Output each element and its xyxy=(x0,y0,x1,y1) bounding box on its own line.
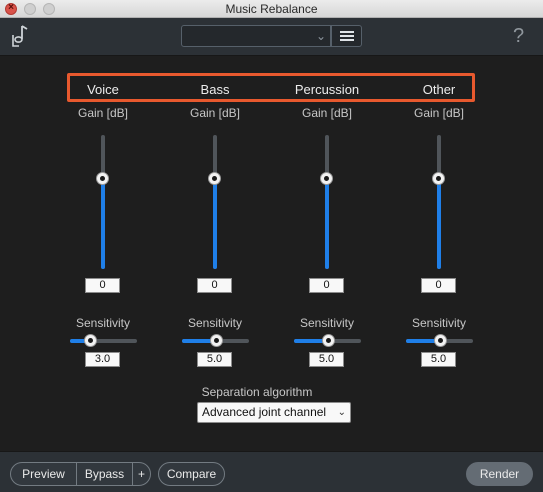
preview-button[interactable]: Preview xyxy=(10,462,77,486)
gain-value-field[interactable]: 0 xyxy=(421,278,456,293)
add-bypass-button[interactable]: + xyxy=(132,462,151,486)
bypass-button[interactable]: Bypass xyxy=(76,462,133,486)
render-button[interactable]: Render xyxy=(466,462,533,486)
sensitivity-slider-handle[interactable] xyxy=(434,334,447,347)
footer-bar: Preview Bypass + Compare Render xyxy=(0,451,543,492)
gain-slider-handle[interactable] xyxy=(96,172,109,185)
gain-value-field[interactable]: 0 xyxy=(85,278,120,293)
sensitivity-label: Sensitivity xyxy=(299,316,355,330)
chevron-down-icon: ⌄ xyxy=(337,407,346,418)
gain-slider-handle[interactable] xyxy=(208,172,221,185)
gain-slider-bass[interactable] xyxy=(213,135,217,269)
title-bar: × Music Rebalance xyxy=(0,0,543,18)
sensitivity-slider-handle[interactable] xyxy=(210,334,223,347)
gain-slider-voice[interactable] xyxy=(101,135,105,269)
preset-menu-button[interactable] xyxy=(331,25,362,47)
gain-label: Gain [dB] xyxy=(189,106,241,120)
sensitivity-value-field[interactable]: 5.0 xyxy=(421,352,456,367)
gain-label: Gain [dB] xyxy=(301,106,353,120)
help-button[interactable]: ? xyxy=(513,25,524,48)
sensitivity-slider-handle[interactable] xyxy=(322,334,335,347)
module-panel: Voice Gain [dB] 0 Sensitivity 3.0 Bass G… xyxy=(0,57,543,451)
separation-algorithm-label: Separation algorithm xyxy=(201,385,313,399)
chevron-down-icon: ⌄ xyxy=(315,29,326,43)
preset-dropdown[interactable]: ⌄ xyxy=(181,25,331,47)
gain-value-field[interactable]: 0 xyxy=(197,278,232,293)
gain-value-field[interactable]: 0 xyxy=(309,278,344,293)
gain-slider-handle[interactable] xyxy=(432,172,445,185)
toolbar: ⌄ ? xyxy=(0,18,543,56)
category-label-bass: Bass xyxy=(200,82,230,97)
gain-slider-handle[interactable] xyxy=(320,172,333,185)
sensitivity-value-field[interactable]: 5.0 xyxy=(309,352,344,367)
sensitivity-value-field[interactable]: 5.0 xyxy=(197,352,232,367)
gain-slider-percussion[interactable] xyxy=(325,135,329,269)
gain-label: Gain [dB] xyxy=(77,106,129,120)
category-label-other: Other xyxy=(422,82,456,97)
gain-fill xyxy=(437,178,441,269)
sensitivity-value-field[interactable]: 3.0 xyxy=(85,352,120,367)
sensitivity-label: Sensitivity xyxy=(75,316,131,330)
sensitivity-label: Sensitivity xyxy=(411,316,467,330)
sensitivity-label: Sensitivity xyxy=(187,316,243,330)
separation-algorithm-dropdown[interactable]: Advanced joint channel ⌄ xyxy=(197,402,351,423)
question-icon: ? xyxy=(513,25,525,47)
gain-label: Gain [dB] xyxy=(413,106,465,120)
separation-algorithm-value: Advanced joint channel xyxy=(202,405,327,419)
compare-button[interactable]: Compare xyxy=(158,462,225,486)
gain-fill xyxy=(213,178,217,269)
window-title: Music Rebalance xyxy=(225,2,318,16)
category-label-voice: Voice xyxy=(87,82,119,97)
gain-slider-other[interactable] xyxy=(437,135,441,269)
music-note-icon[interactable] xyxy=(10,24,30,48)
sensitivity-slider-handle[interactable] xyxy=(84,334,97,347)
sensitivity-slider-voice[interactable] xyxy=(70,339,137,343)
category-label-percussion: Percussion xyxy=(294,82,360,97)
gain-fill xyxy=(101,178,105,269)
gain-fill xyxy=(325,178,329,269)
